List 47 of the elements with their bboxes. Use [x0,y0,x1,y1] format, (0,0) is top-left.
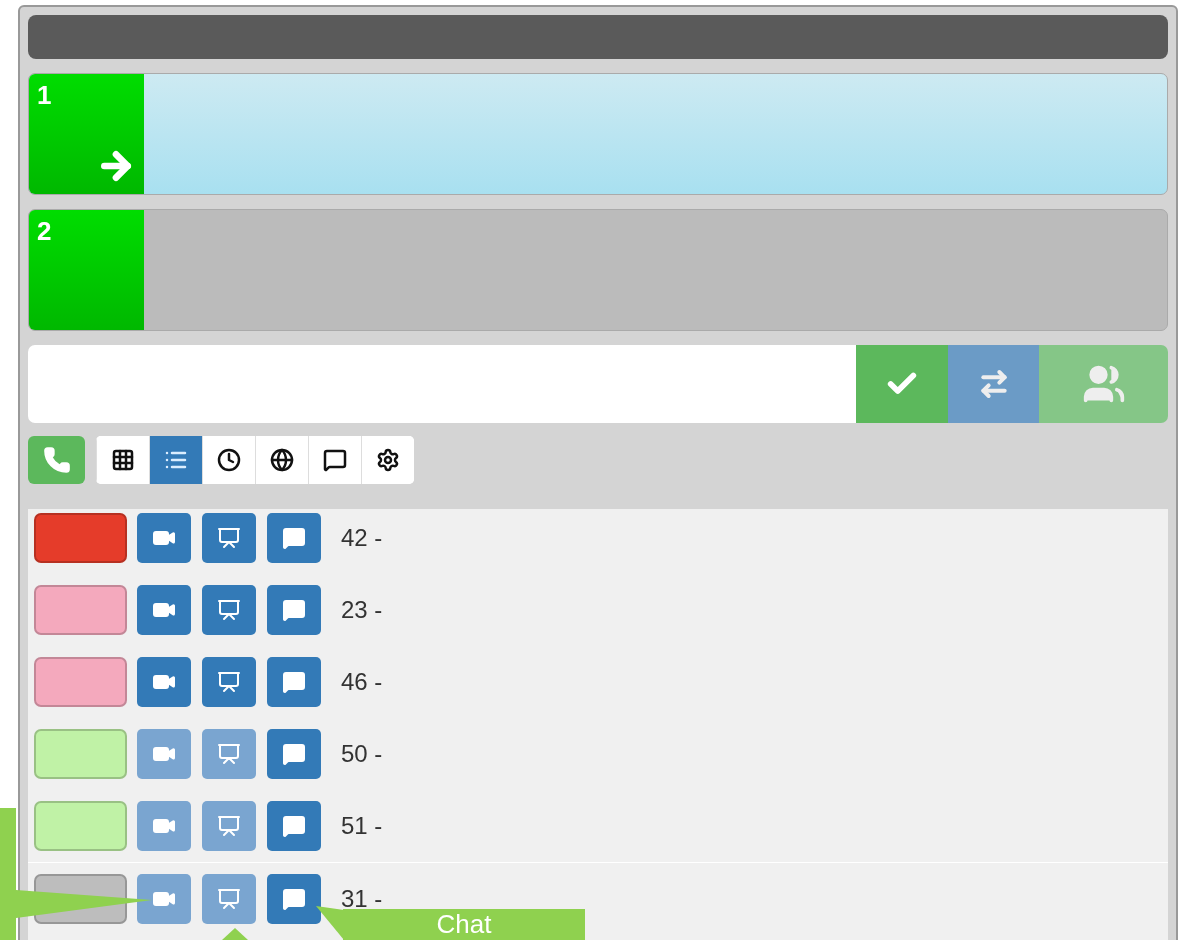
number-input-field[interactable] [28,345,856,423]
contact-label: 23 - [341,595,383,625]
speech-bubble-icon [282,526,306,550]
line-number: 2 [37,218,53,244]
contact-label: 31 - [341,883,383,914]
chat-button[interactable] [267,873,321,924]
video-button[interactable] [137,585,191,635]
speech-bubble-icon [323,448,347,472]
speech-bubble-icon [282,814,306,838]
settings-icon [376,448,400,472]
speech-bubble-icon [282,742,306,766]
phone-icon [42,446,71,474]
speech-bubble-icon [282,670,306,694]
chat-button[interactable] [267,801,321,851]
confirm-button[interactable] [856,345,948,423]
presentation-icon [217,670,241,694]
screen-share-button[interactable] [202,657,256,707]
video-button[interactable] [137,513,191,563]
callout-pointer [222,928,248,940]
speech-bubble-icon [282,886,306,911]
phone-button[interactable] [28,436,85,484]
toolbar-tab[interactable] [361,436,414,484]
contact-label: 50 - [341,739,383,769]
transfer-button[interactable] [948,345,1039,423]
chat-button[interactable] [267,513,321,563]
contact-label: 51 - [341,811,383,841]
presentation-icon [217,742,241,766]
contact-label: 46 - [341,667,383,697]
contact-label: 42 - [341,523,383,553]
screen-share-button[interactable] [202,585,256,635]
callout-label: Chat [436,909,492,940]
chat-button[interactable] [267,729,321,779]
speech-bubble-icon [282,598,306,622]
presentation-icon [217,814,241,838]
chat-button[interactable] [267,657,321,707]
line-slot[interactable]: 1 [28,73,1168,195]
chat-button[interactable] [267,585,321,635]
presentation-icon [217,526,241,550]
globe-icon [270,448,294,472]
video-button[interactable] [137,657,191,707]
line-slot[interactable]: 2 [28,209,1168,331]
presentation-icon [217,598,241,622]
screen-share-button[interactable] [202,513,256,563]
clock-icon [217,448,241,472]
dialpad-icon [111,448,135,472]
line-number: 1 [37,82,53,108]
presentation-icon [217,886,241,911]
